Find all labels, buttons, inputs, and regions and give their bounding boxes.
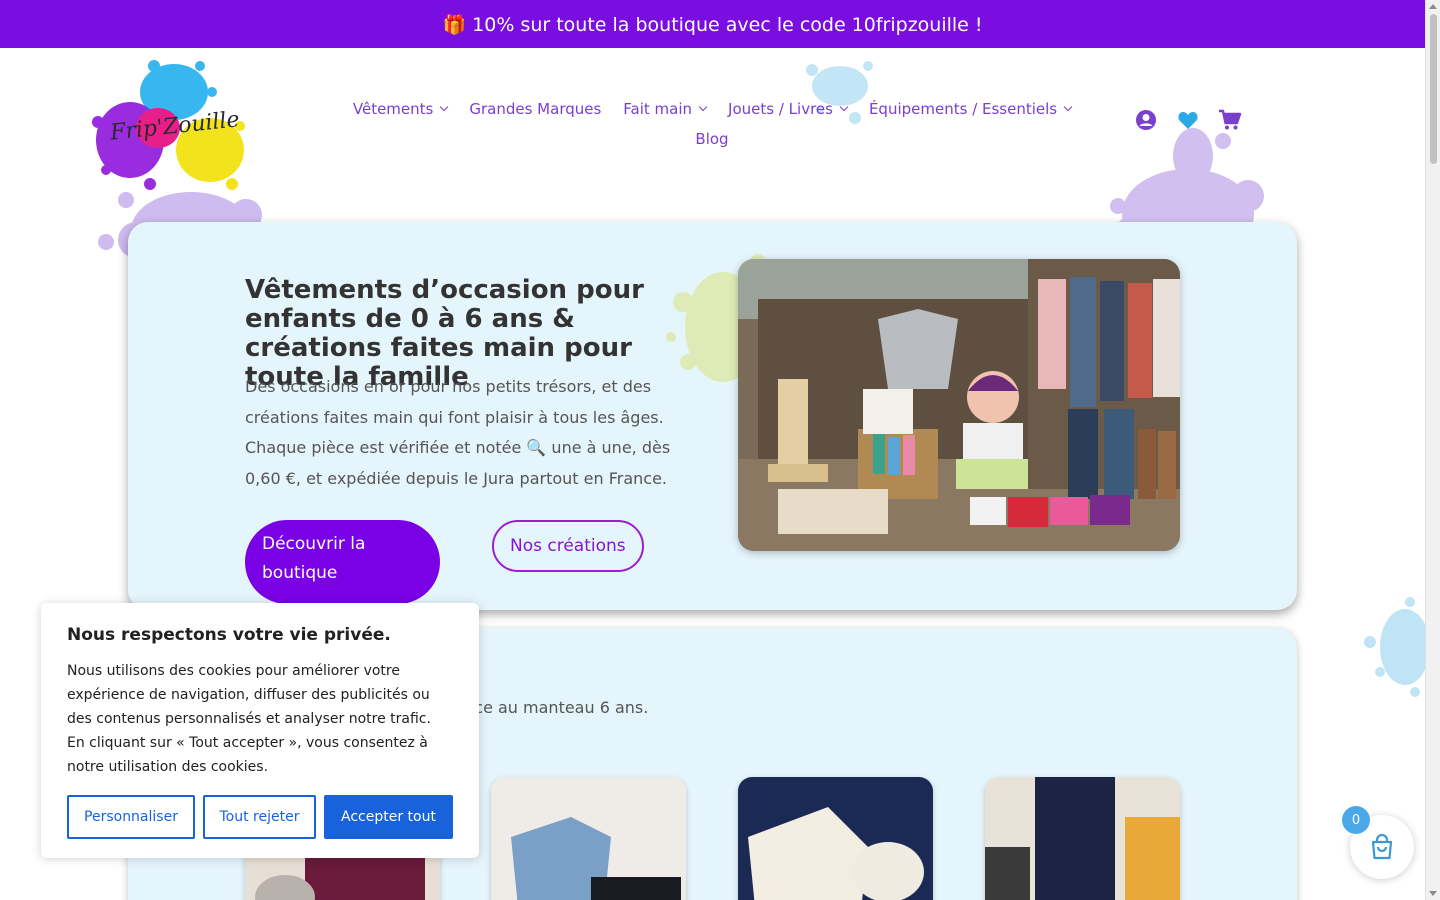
chevron-down-icon	[698, 102, 708, 112]
our-creations-button[interactable]: Nos créations	[492, 520, 644, 572]
wishlist-heart-icon[interactable]	[1176, 108, 1200, 132]
nav-item-label: Fait main	[623, 100, 693, 118]
promo-bar: 🎁 10% sur toute la boutique avec le code…	[0, 0, 1425, 48]
cookie-consent-banner: Nous respectons votre vie privée. Nous u…	[41, 603, 479, 858]
page-scrollbar[interactable]	[1425, 0, 1440, 900]
nav-item-label: Grandes Marques	[469, 100, 602, 118]
chevron-down-icon	[1063, 102, 1073, 112]
promo-text: 🎁 10% sur toute la boutique avec le code…	[442, 13, 983, 36]
hero-section: Vêtements d’occasion pour enfants de 0 à…	[128, 222, 1297, 610]
customize-cookies-button[interactable]: Personnaliser	[67, 795, 195, 839]
category-card-image	[491, 777, 686, 900]
main-navigation: Vêtements Grandes Marques Fait main Joue…	[330, 100, 1094, 148]
nav-item-label: Équipements / Essentiels	[868, 100, 1058, 118]
site-logo[interactable]: Frip'Zouille	[92, 52, 252, 202]
category-card[interactable]	[491, 777, 686, 900]
category-card[interactable]	[738, 777, 933, 900]
cookie-text: Nous utilisons des cookies pour améliore…	[67, 663, 431, 775]
shop-display-photo-image	[738, 259, 1180, 551]
nav-item-grandes-marques[interactable]: Grandes Marques	[469, 100, 601, 118]
chevron-down-icon	[440, 102, 449, 112]
category-card[interactable]	[985, 777, 1180, 900]
nav-item-blog[interactable]: Blog	[695, 130, 728, 148]
hero-description: Des occasions en or pour nos petits trés…	[245, 377, 671, 488]
nav-item-label: Blog	[695, 130, 729, 148]
hero-photo	[738, 259, 1180, 551]
cart-icon[interactable]	[1218, 108, 1242, 132]
shopping-bag-icon	[1371, 833, 1393, 860]
scrollbar-thumb[interactable]	[1430, 14, 1437, 164]
category-card-image	[985, 777, 1180, 900]
blue-splash-decoration-edge	[1364, 597, 1425, 697]
cookie-title: Nous respectons votre vie privée.	[67, 625, 391, 645]
header-icons	[1134, 108, 1242, 132]
chevron-down-icon	[839, 102, 849, 112]
reject-all-cookies-button[interactable]: Tout rejeter	[203, 795, 316, 839]
nav-item-label: Jouets / Livres	[728, 100, 833, 118]
nav-item-equipements[interactable]: Équipements / Essentiels	[868, 100, 1073, 118]
scroll-up-icon[interactable]	[1429, 4, 1437, 9]
cookie-buttons: Personnaliser Tout rejeter Accepter tout	[67, 795, 453, 839]
nav-item-jouets-livres[interactable]: Jouets / Livres	[728, 100, 849, 118]
nav-item-fait-main[interactable]: Fait main	[623, 100, 708, 118]
category-card-image	[738, 777, 933, 900]
accept-all-cookies-button[interactable]: Accepter tout	[324, 795, 453, 839]
cart-count-badge: 0	[1342, 806, 1370, 834]
discover-shop-button[interactable]: Découvrir la boutique	[245, 520, 440, 604]
account-icon[interactable]	[1134, 108, 1158, 132]
nav-item-label: Vêtements	[352, 100, 434, 118]
scroll-down-icon[interactable]	[1429, 891, 1437, 896]
nav-item-vetements[interactable]: Vêtements	[352, 100, 449, 118]
